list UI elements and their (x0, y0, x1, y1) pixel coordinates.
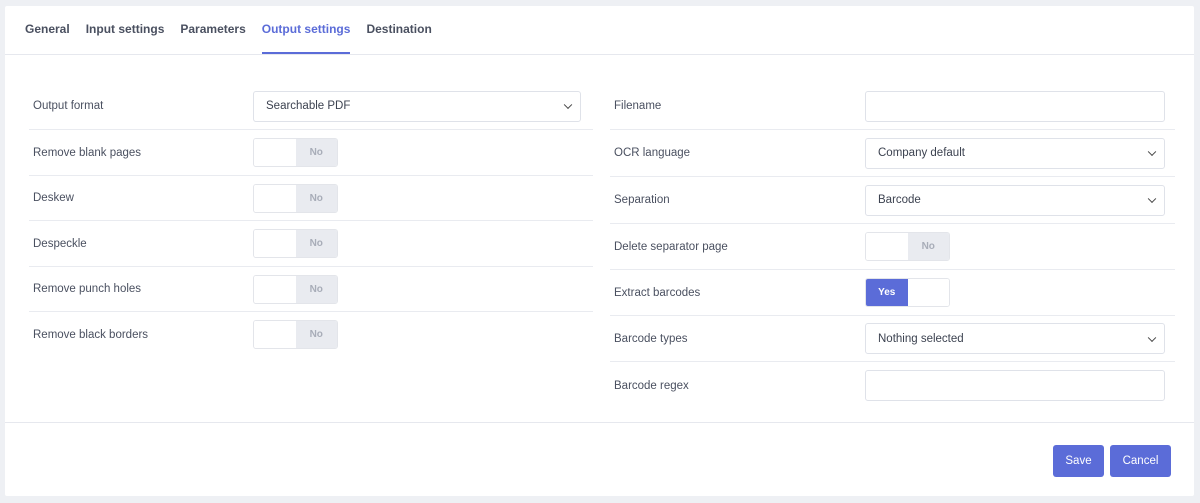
toggle-state: No (295, 184, 337, 212)
tab-destination[interactable]: Destination (366, 22, 431, 54)
barcode-regex-label: Barcode regex (614, 379, 689, 392)
row-despeckle: Despeckle No (29, 221, 593, 267)
barcode-types-value: Nothing selected (878, 332, 964, 345)
tab-bar: General Input settings Parameters Output… (5, 6, 1194, 55)
row-delete-separator-page: Delete separator page No (610, 224, 1175, 270)
remove-punch-holes-label: Remove punch holes (33, 283, 142, 295)
toggle-state: No (295, 139, 337, 166)
tab-output-settings[interactable]: Output settings (261, 22, 351, 54)
remove-blank-pages-label: Remove blank pages (33, 146, 142, 159)
chevron-down-icon (1147, 194, 1157, 204)
deskew-label: Deskew (33, 192, 74, 204)
row-deskew: Deskew No (29, 176, 593, 221)
left-settings-column: Output format Searchable PDF Remove blan… (29, 83, 593, 357)
delete-separator-page-label: Delete separator page (614, 240, 728, 253)
settings-card: General Input settings Parameters Output… (5, 6, 1194, 496)
ocr-language-label: OCR language (614, 147, 691, 159)
remove-blank-pages-toggle[interactable]: No (253, 138, 338, 167)
row-output-format: Output format Searchable PDF (29, 83, 593, 130)
separation-value: Barcode (878, 194, 921, 206)
remove-punch-holes-toggle[interactable]: No (253, 274, 338, 304)
tab-parameters[interactable]: Parameters (180, 22, 245, 54)
separation-label: Separation (614, 194, 670, 206)
toggle-state: No (907, 233, 949, 260)
row-filename: Filename (610, 83, 1175, 130)
ocr-language-value: Company default (878, 147, 965, 159)
toggle-state: Yes (866, 279, 908, 306)
row-extract-barcodes: Extract barcodes Yes (610, 270, 1175, 316)
save-button[interactable]: Save (1053, 445, 1104, 477)
despeckle-toggle[interactable]: No (253, 229, 338, 258)
tab-input-settings[interactable]: Input settings (86, 22, 165, 54)
row-separation: Separation Barcode (610, 177, 1175, 224)
chevron-down-icon (1147, 333, 1157, 342)
delete-separator-page-toggle[interactable]: No (865, 232, 950, 261)
row-remove-punch-holes: Remove punch holes No (29, 267, 593, 312)
barcode-regex-input[interactable] (865, 370, 1165, 401)
output-format-select[interactable]: Searchable PDF (253, 90, 581, 122)
filename-input[interactable] (865, 90, 1165, 122)
toggle-state: No (295, 230, 337, 257)
row-ocr-language: OCR language Company default (610, 130, 1175, 177)
row-barcode-regex: Barcode regex (610, 362, 1175, 409)
extract-barcodes-toggle[interactable]: Yes (865, 278, 950, 307)
toggle-state: No (295, 275, 337, 303)
deskew-toggle[interactable]: No (253, 183, 338, 213)
chevron-down-icon (1147, 147, 1157, 157)
barcode-types-label: Barcode types (614, 332, 688, 345)
right-settings-column: Filename OCR language Company default Se… (610, 83, 1175, 409)
cancel-button[interactable]: Cancel (1110, 445, 1171, 477)
filename-label: Filename (614, 100, 662, 112)
output-format-label: Output format (33, 100, 104, 112)
form-footer: Save Cancel (5, 422, 1194, 496)
remove-black-borders-label: Remove black borders (33, 328, 149, 341)
output-format-value: Searchable PDF (266, 100, 351, 112)
row-remove-blank-pages: Remove blank pages No (29, 130, 593, 176)
row-remove-black-borders: Remove black borders No (29, 312, 593, 357)
ocr-language-select[interactable]: Company default (865, 137, 1165, 169)
separation-select[interactable]: Barcode (865, 184, 1165, 216)
toggle-state: No (295, 321, 337, 348)
extract-barcodes-label: Extract barcodes (614, 286, 701, 299)
tab-general[interactable]: General (25, 22, 70, 54)
remove-black-borders-toggle[interactable]: No (253, 320, 338, 349)
chevron-down-icon (563, 100, 573, 110)
row-barcode-types: Barcode types Nothing selected (610, 316, 1175, 362)
barcode-types-select[interactable]: Nothing selected (865, 323, 1165, 354)
despeckle-label: Despeckle (33, 237, 87, 250)
